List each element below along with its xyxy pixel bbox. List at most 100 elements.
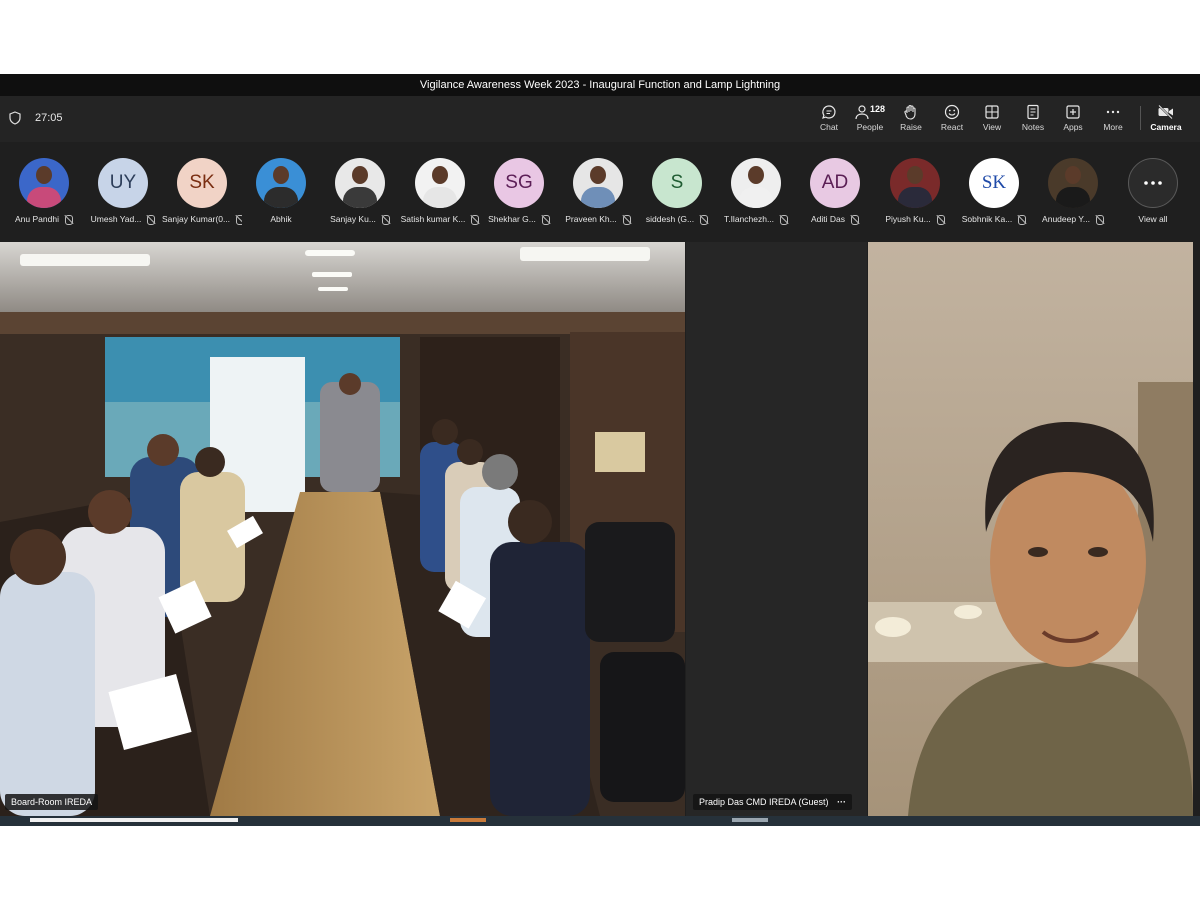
people-button[interactable]: 128 People: [846, 102, 894, 138]
mic-off-icon: [1018, 214, 1027, 225]
meeting-toolbar: 27:05 Chat 128 People Raise React View N…: [0, 96, 1200, 142]
participant-tile[interactable]: Anudeep Y...: [1033, 158, 1113, 225]
board-room-video: [0, 242, 685, 816]
participant-tile[interactable]: SK Sobhnik Ka...: [954, 158, 1034, 225]
taskbar-segment: [732, 818, 768, 822]
react-icon: [944, 104, 960, 120]
avatar: [731, 158, 781, 208]
mic-off-icon: [381, 214, 390, 225]
avatar: [415, 158, 465, 208]
avatar-initials: SK: [189, 172, 215, 193]
participant-tile[interactable]: S siddesh (G...: [637, 158, 717, 225]
participant-tile[interactable]: UY Umesh Yad...: [83, 158, 163, 225]
participant-tile[interactable]: Piyush Ku...: [875, 158, 955, 225]
notes-label: Notes: [1021, 122, 1045, 132]
react-button[interactable]: React: [932, 102, 972, 138]
avatar: S: [652, 158, 702, 208]
more-label: More: [1103, 122, 1123, 132]
guest-name-label: Pradip Das CMD IREDA (Guest): [699, 797, 829, 807]
participant-tile[interactable]: Sanjay Ku...: [320, 158, 400, 225]
taskbar-segment: [450, 818, 486, 822]
participant-tile[interactable]: SG Shekhar G...: [479, 158, 559, 225]
avatar: UY: [98, 158, 148, 208]
participant-name: Anudeep Y...: [1042, 214, 1090, 224]
teams-meeting-window: Vigilance Awareness Week 2023 - Inaugura…: [0, 74, 1200, 826]
participant-name: Abhik: [270, 214, 292, 224]
chat-button[interactable]: Chat: [809, 102, 849, 138]
toolbar-divider: [1140, 106, 1141, 130]
people-count: 128: [870, 104, 886, 114]
notes-icon: [1027, 104, 1039, 120]
notes-button[interactable]: Notes: [1013, 102, 1053, 138]
avatar: SK: [177, 158, 227, 208]
participant-name: Aditi Das: [810, 214, 845, 224]
more-button[interactable]: More: [1093, 102, 1133, 138]
mic-off-icon: [622, 214, 631, 225]
apps-label: Apps: [1063, 122, 1083, 132]
avatar: [256, 158, 306, 208]
participant-name: Praveen Kh...: [565, 214, 617, 224]
raise-hand-icon: [904, 104, 916, 120]
video-stage: Board-Room IREDA Pradip Das CMD IREDA (G…: [0, 242, 1200, 826]
participant-name: siddesh (G...: [645, 214, 695, 224]
board-room-video-tile[interactable]: Board-Room IREDA: [0, 242, 685, 816]
participant-name: Sanjay Ku...: [330, 214, 376, 224]
avatar: AD: [810, 158, 860, 208]
mic-off-icon: [780, 214, 789, 225]
participant-tile[interactable]: Satish kumar K...: [400, 158, 480, 225]
view-button[interactable]: View: [972, 102, 1012, 138]
window-title: Vigilance Awareness Week 2023 - Inaugura…: [0, 74, 1200, 96]
avatar: [573, 158, 623, 208]
chat-label: Chat: [820, 122, 838, 132]
avatar-initials: S: [670, 172, 684, 193]
apps-icon: [1066, 105, 1080, 119]
participant-tile[interactable]: SK Sanjay Kumar(0...: [162, 158, 242, 225]
avatar: [335, 158, 385, 208]
participant-name: Sanjay Kumar(0...: [162, 214, 231, 224]
avatar: SG: [494, 158, 544, 208]
more-icon: [1106, 110, 1120, 114]
participant-name: T.Ilanchezh...: [723, 214, 775, 224]
participant-name: Satish kumar K...: [400, 214, 466, 224]
taskbar-strip: [0, 816, 1200, 826]
participant-tile[interactable]: Anu Pandhi: [4, 158, 84, 225]
meeting-timer: 27:05: [35, 112, 63, 124]
participant-tile[interactable]: Abhik: [241, 158, 321, 224]
avatar: [19, 158, 69, 208]
tile-gap: [686, 242, 867, 816]
participant-tile[interactable]: AD Aditi Das: [795, 158, 875, 225]
guest-video-tile[interactable]: [868, 242, 1193, 816]
avatar-initials: UY: [109, 172, 137, 193]
view-all-label: View all: [1138, 214, 1168, 224]
view-all-button[interactable]: View all: [1113, 158, 1193, 224]
apps-button[interactable]: Apps: [1053, 102, 1093, 138]
mic-off-icon: [851, 214, 859, 225]
mic-off-icon: [1095, 214, 1104, 225]
participant-tile[interactable]: T.Ilanchezh...: [716, 158, 796, 225]
camera-button[interactable]: Camera: [1146, 102, 1186, 138]
participant-name: Sobhnik Ka...: [961, 214, 1013, 224]
raise-hand-button[interactable]: Raise: [891, 102, 931, 138]
mic-off-icon: [147, 214, 156, 225]
mic-off-icon: [64, 214, 73, 225]
react-label: React: [940, 122, 964, 132]
participant-tile[interactable]: Praveen Kh...: [558, 158, 638, 225]
mic-off-icon: [700, 214, 709, 225]
taskbar-segment: [30, 818, 238, 822]
tile-name-label: Board-Room IREDA: [5, 794, 99, 810]
participant-name: Umesh Yad...: [90, 214, 142, 224]
shield-icon: [9, 111, 21, 125]
chat-icon: [822, 105, 836, 119]
participant-name: Anu Pandhi: [15, 214, 59, 224]
avatar: [890, 158, 940, 208]
avatar: [1048, 158, 1098, 208]
view-icon: [985, 105, 999, 119]
tile-name-label: Pradip Das CMD IREDA (Guest) ···: [693, 794, 853, 810]
view-label: View: [982, 122, 1002, 132]
avatar: SK: [969, 158, 1019, 208]
people-label: People: [856, 122, 884, 132]
participant-name: Piyush Ku...: [885, 214, 931, 224]
camera-label: Camera: [1150, 122, 1182, 132]
more-options-icon[interactable]: ···: [837, 797, 846, 807]
avatar-initials: SG: [505, 172, 533, 193]
